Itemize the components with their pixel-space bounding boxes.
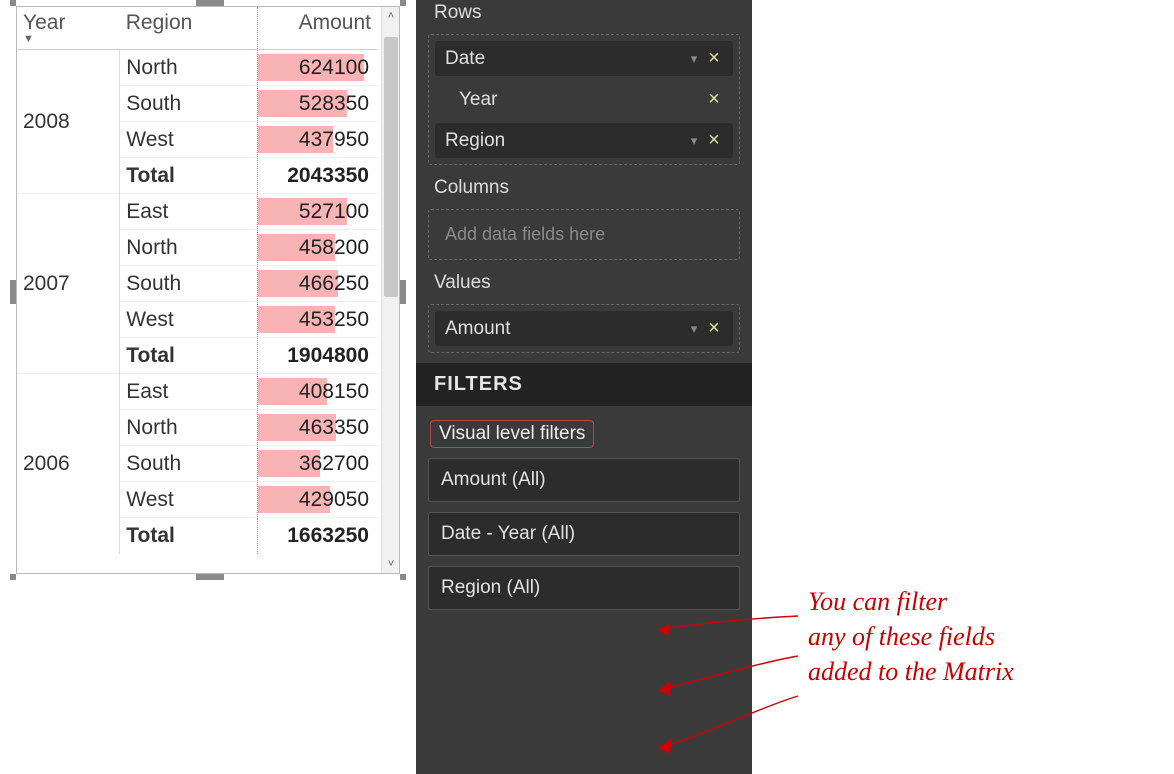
close-icon[interactable]: ×	[703, 129, 725, 152]
amount-cell[interactable]: 362700	[257, 446, 377, 482]
scroll-thumb[interactable]	[384, 37, 398, 297]
amount-cell[interactable]: 437950	[257, 122, 377, 158]
amount-cell[interactable]: 408150	[257, 374, 377, 410]
amount-cell[interactable]: 453250	[257, 302, 377, 338]
filter-pill[interactable]: Region (All)	[428, 566, 740, 610]
field-pill-date-year[interactable]: Year ×	[435, 82, 733, 117]
field-pill-amount[interactable]: Amount ▾ ×	[435, 311, 733, 346]
columns-well[interactable]: Add data fields here	[428, 209, 740, 260]
total-amount-cell: 1663250	[257, 518, 377, 554]
close-icon[interactable]: ×	[703, 88, 725, 111]
close-icon[interactable]: ×	[703, 317, 725, 340]
matrix-table: Year ▼ Region Amount 2008North624100Sout…	[17, 7, 377, 554]
field-label: Region	[445, 130, 685, 152]
amount-cell[interactable]: 466250	[257, 266, 377, 302]
filter-pill[interactable]: Amount (All)	[428, 458, 740, 502]
filters-header: FILTERS	[416, 363, 752, 406]
col-header-region[interactable]: Region	[120, 7, 257, 50]
columns-section-label: Columns	[416, 175, 752, 207]
resize-handle-tr[interactable]	[400, 0, 406, 6]
scrollbar-vertical[interactable]: ˄ ˅	[381, 7, 399, 573]
field-label: Amount	[445, 318, 685, 340]
total-label-cell: Total	[120, 518, 257, 554]
amount-cell[interactable]: 458200	[257, 230, 377, 266]
resize-handle-right[interactable]	[400, 280, 406, 304]
amount-cell[interactable]: 463350	[257, 410, 377, 446]
year-cell[interactable]: 2006	[17, 374, 120, 554]
region-cell[interactable]: West	[120, 302, 257, 338]
visual-level-filters-label: Visual level filters	[430, 420, 594, 448]
region-cell[interactable]: North	[120, 50, 257, 86]
filter-pill[interactable]: Date - Year (All)	[428, 512, 740, 556]
scroll-up-icon[interactable]: ˄	[382, 7, 400, 25]
col-header-year[interactable]: Year ▼	[17, 7, 120, 50]
region-cell[interactable]: East	[120, 194, 257, 230]
field-pill-region[interactable]: Region ▾ ×	[435, 123, 733, 158]
year-cell[interactable]: 2007	[17, 194, 120, 374]
year-cell[interactable]: 2008	[17, 50, 120, 194]
resize-handle-br[interactable]	[400, 574, 406, 580]
resize-handle-bottom[interactable]	[196, 574, 224, 580]
amount-cell[interactable]: 429050	[257, 482, 377, 518]
region-cell[interactable]: South	[120, 86, 257, 122]
amount-cell[interactable]: 528350	[257, 86, 377, 122]
rows-well[interactable]: Date ▾ × Year × Region ▾ ×	[428, 34, 740, 165]
amount-cell[interactable]: 624100	[257, 50, 377, 86]
chevron-down-icon[interactable]: ▾	[685, 51, 703, 67]
col-header-amount[interactable]: Amount	[257, 7, 377, 50]
region-cell[interactable]: West	[120, 482, 257, 518]
field-label: Date	[445, 48, 685, 70]
resize-handle-bl[interactable]	[10, 574, 16, 580]
region-cell[interactable]: North	[120, 410, 257, 446]
scroll-down-icon[interactable]: ˅	[382, 555, 400, 573]
table-row: 2007East527100	[17, 194, 377, 230]
chevron-down-icon[interactable]: ▾	[685, 321, 703, 337]
total-label-cell: Total	[120, 338, 257, 374]
total-amount-cell: 1904800	[257, 338, 377, 374]
columns-placeholder: Add data fields here	[435, 216, 733, 253]
annotation-arrows	[648, 608, 818, 768]
total-amount-cell: 2043350	[257, 158, 377, 194]
chevron-down-icon[interactable]: ▾	[685, 133, 703, 149]
rows-section-label: Rows	[416, 0, 752, 32]
total-label-cell: Total	[120, 158, 257, 194]
close-icon[interactable]: ×	[703, 47, 725, 70]
region-cell[interactable]: East	[120, 374, 257, 410]
matrix-visual[interactable]: Year ▼ Region Amount 2008North624100Sout…	[10, 0, 406, 580]
annotation-text: You can filter any of these fields added…	[808, 584, 1014, 689]
table-row: 2008North624100	[17, 50, 377, 86]
region-cell[interactable]: North	[120, 230, 257, 266]
field-label: Year	[459, 89, 703, 111]
table-row: 2006East408150	[17, 374, 377, 410]
values-well[interactable]: Amount ▾ ×	[428, 304, 740, 353]
field-pill-date[interactable]: Date ▾ ×	[435, 41, 733, 76]
sort-indicator-icon: ▼	[23, 33, 114, 45]
region-cell[interactable]: South	[120, 446, 257, 482]
amount-cell[interactable]: 527100	[257, 194, 377, 230]
region-cell[interactable]: South	[120, 266, 257, 302]
values-section-label: Values	[416, 270, 752, 302]
region-cell[interactable]: West	[120, 122, 257, 158]
